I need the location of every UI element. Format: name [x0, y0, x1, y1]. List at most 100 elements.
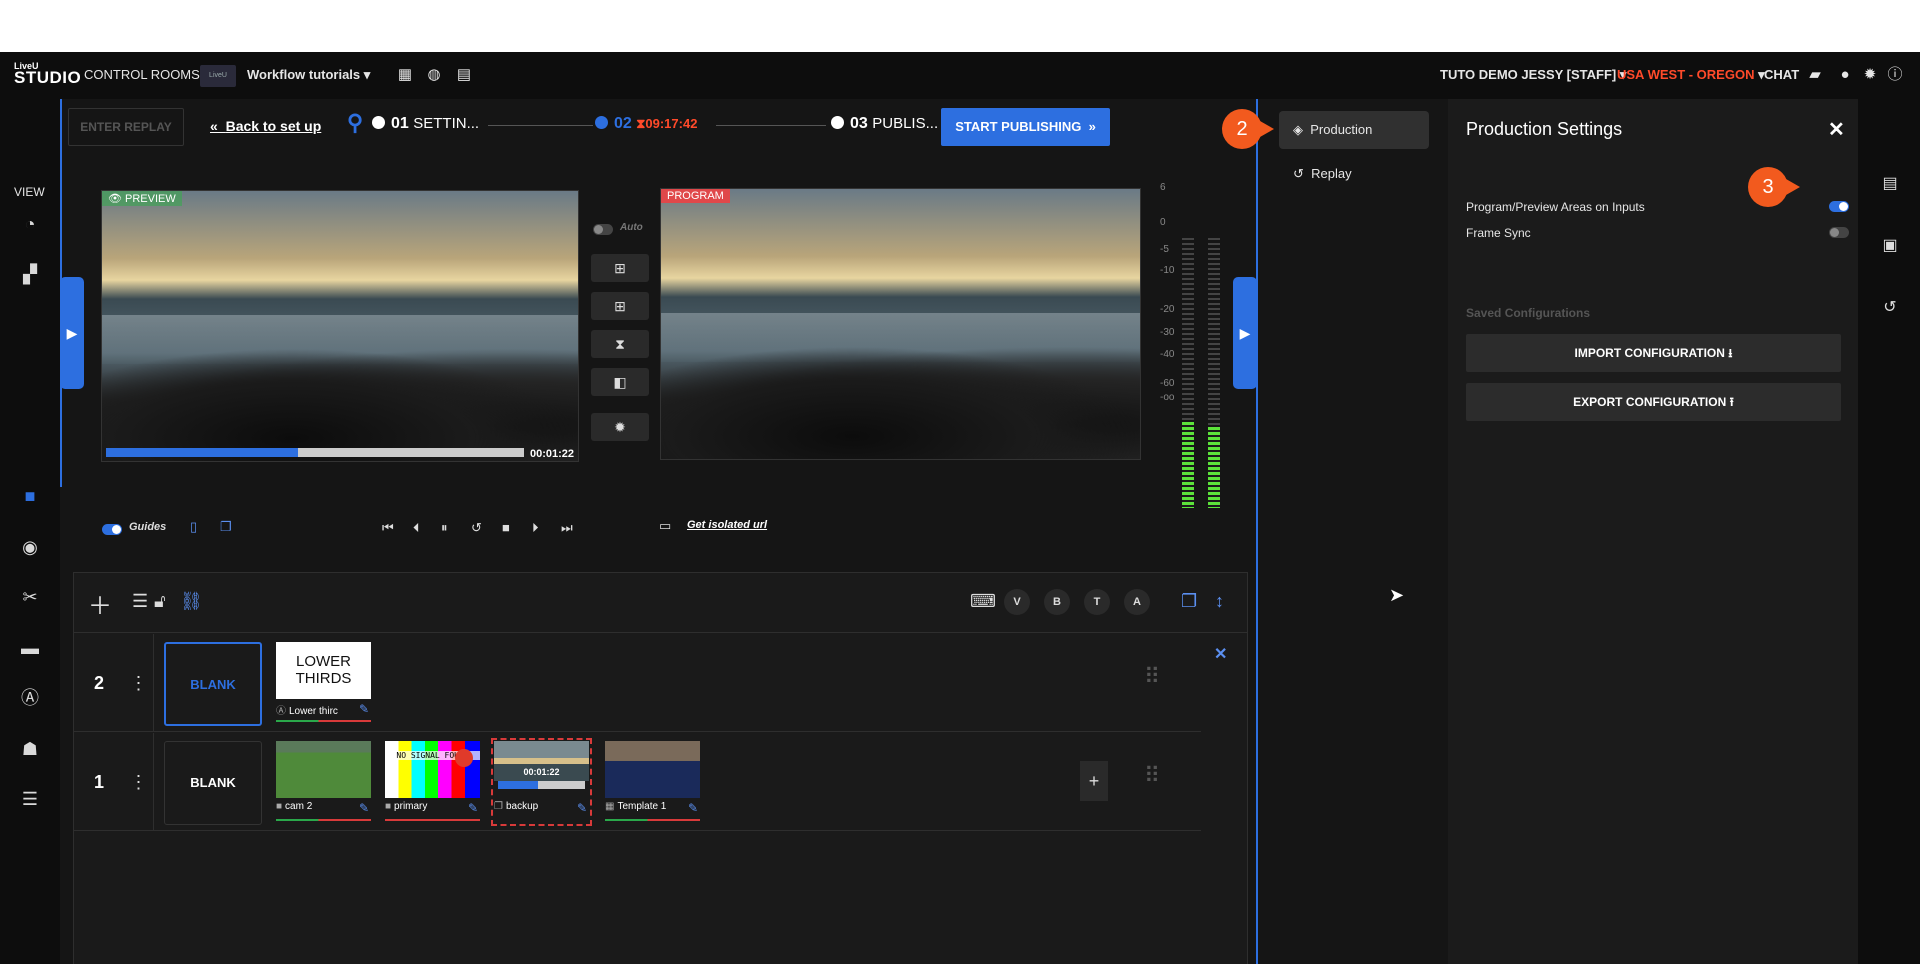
- chat-bubble-icon[interactable]: ▰: [1806, 66, 1824, 84]
- text-icon[interactable]: Ⓐ: [18, 686, 42, 710]
- copy-layers-icon[interactable]: ❐: [1181, 591, 1197, 612]
- hourglass-icon[interactable]: ⧗: [591, 330, 649, 358]
- unlock-icon[interactable]: 🔓︎: [154, 591, 166, 612]
- camera-icon[interactable]: ■: [18, 484, 42, 508]
- antenna-icon[interactable]: ◉: [18, 535, 42, 559]
- layer-number: 2: [93, 673, 104, 693]
- step-2[interactable]: 02 ⧗09:17:42: [595, 115, 697, 133]
- mobile-icon[interactable]: ▯: [190, 519, 197, 535]
- guides-label: Guides: [129, 521, 167, 533]
- globe-icon[interactable]: ◍: [425, 66, 443, 84]
- guides-toggle[interactable]: [102, 524, 122, 535]
- copy-icon[interactable]: ❐: [220, 519, 232, 535]
- info-icon[interactable]: ⓘ: [1886, 66, 1904, 84]
- preview-monitor[interactable]: 👁 PREVIEW 00:01:22: [101, 190, 579, 462]
- blank-tile[interactable]: BLANK: [164, 741, 262, 825]
- badge-a-button[interactable]: A: [1124, 589, 1150, 615]
- add-image-icon[interactable]: ⊞: [591, 254, 649, 282]
- import-configuration-button[interactable]: IMPORT CONFIGURATION ⭳: [1466, 334, 1841, 372]
- edit-pencil-icon[interactable]: ✎: [688, 801, 698, 815]
- replay-icon[interactable]: ↺: [471, 520, 482, 536]
- gear-icon[interactable]: ✹: [1861, 66, 1879, 84]
- settings-gear-icon[interactable]: ✹: [591, 413, 649, 441]
- preview-progress-bar[interactable]: [106, 448, 524, 457]
- nav-production[interactable]: ◈ Production: [1279, 111, 1429, 149]
- scissors-icon[interactable]: ✂: [18, 585, 42, 609]
- drag-handle-icon[interactable]: ⠿: [1144, 763, 1160, 789]
- edit-pencil-icon[interactable]: ✎: [468, 801, 478, 815]
- dashboard-icon[interactable]: ◔: [18, 212, 42, 236]
- camera-type-icon: ■: [276, 801, 283, 812]
- chat-link[interactable]: CHAT: [1764, 67, 1799, 82]
- layout-icon[interactable]: ▞: [18, 262, 42, 286]
- preview-rocks: [102, 347, 578, 461]
- add-image-2-icon[interactable]: ⊞: [591, 292, 649, 320]
- comment-icon[interactable]: ▬: [18, 636, 42, 660]
- list-panel-icon[interactable]: ▤: [1880, 173, 1900, 193]
- link-icon[interactable]: ⛓: [180, 591, 203, 612]
- region-selector[interactable]: USA WEST - OREGON ▾: [1617, 67, 1765, 83]
- add-layer-icon[interactable]: ＋: [88, 586, 112, 621]
- input-tile-template-1[interactable]: ▦ Template 1 ✎: [605, 741, 700, 823]
- video-panel-icon[interactable]: ▣: [1880, 235, 1900, 255]
- badge-b-button[interactable]: B: [1044, 589, 1070, 615]
- badge-v-button[interactable]: V: [1004, 589, 1030, 615]
- badge-t-button[interactable]: T: [1084, 589, 1110, 615]
- step-back-icon[interactable]: ⏴: [413, 520, 420, 536]
- drag-handle-icon[interactable]: ⠿: [1144, 664, 1160, 690]
- program-monitor[interactable]: PROGRAM: [660, 188, 1141, 460]
- auto-toggle[interactable]: [593, 224, 613, 235]
- expand-right-panel-button[interactable]: ▶: [1233, 277, 1257, 389]
- cut-transition-icon[interactable]: ◧: [591, 368, 649, 396]
- close-layer-icon[interactable]: ✕: [1214, 644, 1227, 664]
- liveu-studio-logo[interactable]: LiveU STUDIO: [14, 60, 81, 92]
- step-3[interactable]: 03 PUBLIS...: [831, 115, 938, 133]
- lightbulb-icon: ⚲: [347, 110, 364, 135]
- skip-end-icon[interactable]: ⏭: [561, 520, 573, 536]
- skip-start-icon[interactable]: ⏮: [382, 520, 394, 536]
- pause-icon[interactable]: ⏸: [441, 520, 448, 536]
- step-forward-icon[interactable]: ⏵: [532, 520, 539, 536]
- tile-name: ▦ Template 1: [605, 801, 667, 812]
- undo-icon[interactable]: ↺: [1880, 297, 1900, 317]
- add-input-button[interactable]: +: [1080, 761, 1108, 801]
- grid-layout-icon[interactable]: ▤: [455, 66, 473, 84]
- export-configuration-button[interactable]: EXPORT CONFIGURATION ⭱: [1466, 383, 1841, 421]
- view-label[interactable]: VIEW: [14, 185, 45, 199]
- close-icon[interactable]: ✕: [1828, 117, 1845, 142]
- frame-sync-toggle[interactable]: [1829, 227, 1849, 238]
- start-publishing-button[interactable]: START PUBLISHING »: [941, 108, 1110, 146]
- program-preview-toggle[interactable]: [1829, 201, 1849, 212]
- input-tile-backup[interactable]: 00:01:22 ❐ backup ✎: [491, 738, 592, 826]
- workspace-selector[interactable]: Workflow tutorials ▾: [247, 67, 370, 83]
- expand-left-panel-button[interactable]: ▶: [60, 277, 84, 389]
- user-icon[interactable]: ●: [1836, 66, 1854, 84]
- upload-icon: ⭱: [1729, 395, 1734, 409]
- layer-menu-icon[interactable]: ⋮: [124, 634, 154, 732]
- control-rooms-link[interactable]: CONTROL ROOMS: [84, 67, 200, 82]
- audio-meter-right-fill: [1208, 427, 1220, 508]
- layers-icon: ◈: [1293, 122, 1311, 137]
- vertical-resize-icon[interactable]: ↕: [1215, 591, 1224, 612]
- edit-pencil-icon[interactable]: ✎: [359, 702, 369, 716]
- input-tile-lower-thirds[interactable]: LOWER THIRDS Ⓐ Lower thirc ✎: [276, 642, 371, 724]
- edit-pencil-icon[interactable]: ✎: [359, 801, 369, 815]
- calendar-icon[interactable]: ▦: [396, 66, 414, 84]
- stop-icon[interactable]: ■: [502, 520, 510, 535]
- get-isolated-url-link[interactable]: Get isolated url: [687, 519, 767, 531]
- layer-menu-icon[interactable]: ⋮: [124, 733, 154, 831]
- users-icon[interactable]: ☗: [18, 737, 42, 761]
- back-to-setup-link[interactable]: « Back to set up: [210, 118, 321, 134]
- user-menu[interactable]: TUTO DEMO JESSY [STAFF] ▾: [1440, 67, 1626, 83]
- tile-status-bar: [385, 819, 480, 821]
- blank-tile[interactable]: BLANK: [164, 642, 262, 726]
- step-1[interactable]: 01 SETTIN...: [372, 115, 479, 133]
- edit-pencil-icon[interactable]: ✎: [577, 801, 587, 815]
- input-tile-primary[interactable]: NO SIGNAL FOUND ■ primary ✎: [385, 741, 480, 823]
- enter-replay-button[interactable]: ENTER REPLAY: [68, 108, 184, 146]
- input-tile-cam-2[interactable]: ■ cam 2 ✎: [276, 741, 371, 823]
- nav-replay[interactable]: ↺ Replay: [1279, 155, 1429, 193]
- align-icon[interactable]: ☰: [132, 591, 148, 612]
- keyboard-icon[interactable]: ⌨: [970, 591, 996, 612]
- sliders-icon[interactable]: ☰: [18, 787, 42, 811]
